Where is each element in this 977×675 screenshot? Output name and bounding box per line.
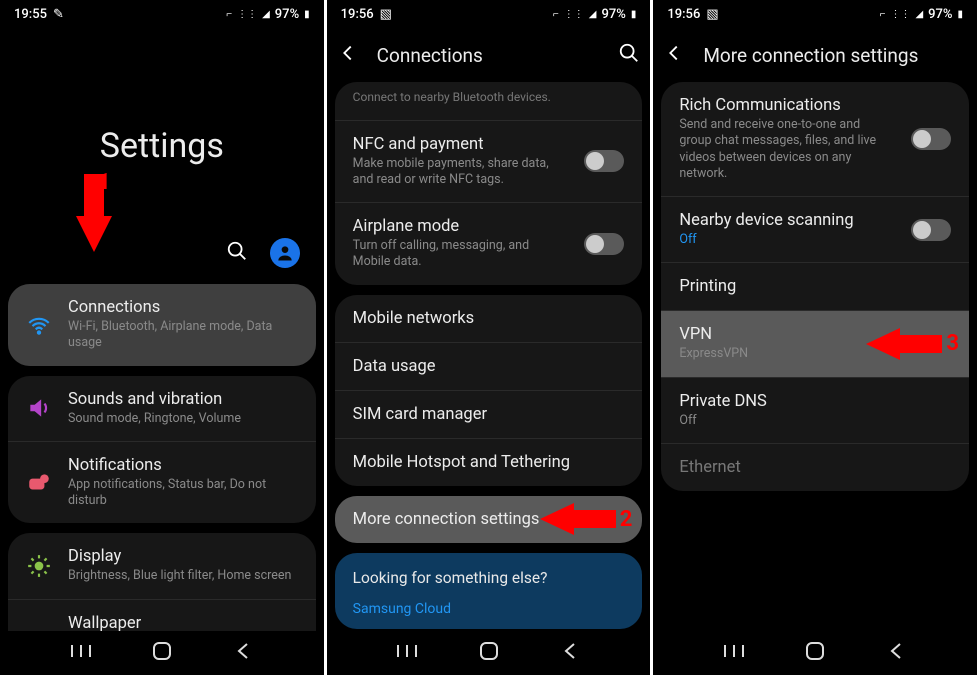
arrow-left-icon <box>866 328 900 360</box>
arrow-down-icon <box>76 216 112 252</box>
item-hotspot[interactable]: Mobile Hotspot and Tethering <box>335 439 643 486</box>
item-sounds[interactable]: Sounds and vibrationSound mode, Ringtone… <box>8 376 316 442</box>
nav-bar <box>327 631 651 675</box>
item-connections[interactable]: ConnectionsWi-Fi, Bluetooth, Airplane mo… <box>8 284 316 366</box>
nfc-toggle[interactable] <box>584 150 624 172</box>
status-bar: 19:56▧ ⌐⋮⋮◢97%▮ <box>653 0 977 28</box>
item-nfc[interactable]: NFC and paymentMake mobile payments, sha… <box>335 121 643 204</box>
rich-comm-toggle[interactable] <box>911 128 951 150</box>
battery-pct: 97% <box>275 7 299 22</box>
notif-icon <box>26 470 52 496</box>
status-time: 19:56 <box>667 7 700 22</box>
help-link-samsung-cloud[interactable]: Samsung Cloud <box>353 601 625 617</box>
item-wallpaper[interactable]: WallpaperHome screen wallpaper, Lock scr… <box>8 600 316 632</box>
page-title: Settings <box>8 126 316 166</box>
status-time: 19:55 <box>14 7 47 22</box>
item-printing[interactable]: Printing <box>661 263 969 311</box>
search-icon[interactable] <box>618 42 640 68</box>
status-time: 19:56 <box>341 7 374 22</box>
card-display-wallpaper: DisplayBrightness, Blue light filter, Ho… <box>8 533 316 631</box>
header-title: More connection settings <box>703 44 967 67</box>
status-bar: 19:56▧ ⌐⋮⋮◢97%▮ <box>327 0 651 28</box>
vpn-icon: ⌐ <box>226 9 232 20</box>
nav-home[interactable] <box>464 636 514 666</box>
annotation-1: 1 <box>76 172 112 252</box>
item-mobile-networks[interactable]: Mobile networks <box>335 295 643 343</box>
arrow-left-icon <box>540 503 574 535</box>
item-rich-comm[interactable]: Rich CommunicationsSend and receive one-… <box>661 82 969 197</box>
item-data-usage[interactable]: Data usage <box>335 343 643 391</box>
nav-home[interactable] <box>790 636 840 666</box>
nav-recent[interactable] <box>382 636 432 666</box>
card-more: More connection settings 2 <box>335 496 643 543</box>
back-icon[interactable] <box>663 42 685 68</box>
wallpaper-icon <box>26 627 52 631</box>
item-display[interactable]: DisplayBrightness, Blue light filter, Ho… <box>8 533 316 599</box>
card-mobile: Mobile networks Data usage SIM card mana… <box>335 295 643 486</box>
airplane-toggle[interactable] <box>584 233 624 255</box>
card-sounds-notif: Sounds and vibrationSound mode, Ringtone… <box>8 376 316 524</box>
nav-bar <box>653 631 977 675</box>
header: More connection settings <box>653 28 977 78</box>
nav-back[interactable] <box>545 636 595 666</box>
panel-1-settings: 19:55 ✎ ⌐ ⋮⋮ ◢ 97% ▮ Settings 1 ConnectionsWi… <box>0 0 324 675</box>
nav-back[interactable] <box>218 636 268 666</box>
help-question: Looking for something else? <box>353 569 625 587</box>
wifi-icon <box>26 312 52 338</box>
header-title: Connections <box>377 44 601 67</box>
search-icon[interactable] <box>226 240 248 266</box>
item-vpn[interactable]: VPNExpressVPN 3 <box>661 311 969 377</box>
nav-home[interactable] <box>137 636 187 666</box>
card-connectivity: Connect to nearby Bluetooth devices. NFC… <box>335 82 643 285</box>
item-private-dns[interactable]: Private DNSOff <box>661 378 969 444</box>
wifi-icon: ⋮⋮ <box>237 9 257 20</box>
battery-icon: ▮ <box>304 9 310 20</box>
back-icon[interactable] <box>337 42 359 68</box>
item-nearby-scan[interactable]: Nearby device scanningOff <box>661 197 969 263</box>
item-bluetooth-truncated[interactable]: Connect to nearby Bluetooth devices. <box>335 82 643 121</box>
status-bar: 19:55 ✎ ⌐ ⋮⋮ ◢ 97% ▮ <box>0 0 324 28</box>
nearby-scan-toggle[interactable] <box>911 219 951 241</box>
card-connections: ConnectionsWi-Fi, Bluetooth, Airplane mo… <box>8 284 316 366</box>
item-airplane[interactable]: Airplane modeTurn off calling, messaging… <box>335 203 643 285</box>
item-ethernet: Ethernet <box>661 444 969 491</box>
display-icon <box>26 553 52 579</box>
help-card: Looking for something else? Samsung Clou… <box>335 553 643 629</box>
panel-3-more-conn: 19:56▧ ⌐⋮⋮◢97%▮ More connection settings… <box>653 0 977 675</box>
annotation-2: 2 <box>540 503 633 535</box>
nav-recent[interactable] <box>709 636 759 666</box>
nav-recent[interactable] <box>56 636 106 666</box>
item-notifications[interactable]: NotificationsApp notifications, Status b… <box>8 442 316 524</box>
item-more-connection-settings[interactable]: More connection settings 2 <box>335 496 643 543</box>
sound-icon <box>26 395 52 421</box>
annotation-3: 3 <box>866 328 959 360</box>
status-icon: ✎ <box>53 7 64 22</box>
nav-bar <box>0 631 324 675</box>
panel-2-connections: 19:56▧ ⌐⋮⋮◢97%▮ Connections Connect to n… <box>327 0 651 675</box>
item-sim-manager[interactable]: SIM card manager <box>335 391 643 439</box>
card-more-settings: Rich CommunicationsSend and receive one-… <box>661 82 969 491</box>
signal-icon: ◢ <box>262 9 270 20</box>
account-avatar[interactable] <box>270 238 300 268</box>
header: Connections <box>327 28 651 78</box>
nav-back[interactable] <box>871 636 921 666</box>
